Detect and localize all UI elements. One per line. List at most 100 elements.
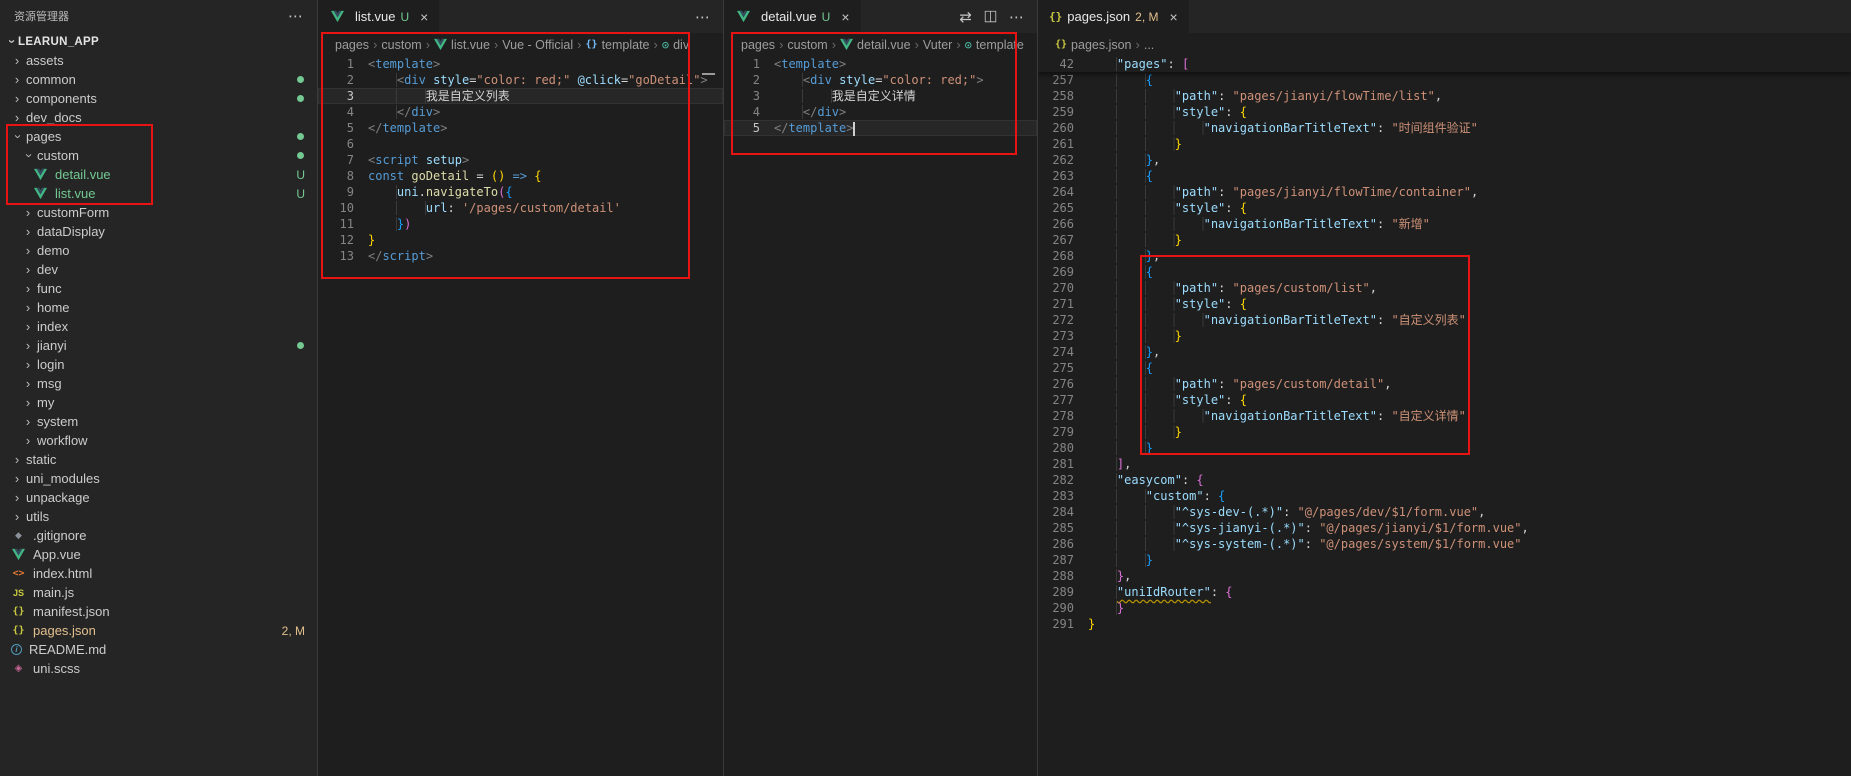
open-changes-icon[interactable]: ⇄ xyxy=(959,8,972,26)
code-line[interactable]: 258 "path": "pages/jianyi/flowTime/list"… xyxy=(1038,88,1851,104)
tree-item-custom[interactable]: ›custom xyxy=(0,146,317,165)
code-line[interactable]: 269 { xyxy=(1038,264,1851,280)
more-actions-icon[interactable]: ⋯ xyxy=(288,7,303,25)
tree-item-index[interactable]: ›index xyxy=(0,317,317,336)
code-line[interactable]: 285 "^sys-jianyi-(.*)": "@/pages/jianyi/… xyxy=(1038,520,1851,536)
project-root-header[interactable]: › LEARUN_APP xyxy=(0,32,317,51)
code-line[interactable]: 276 "path": "pages/custom/detail", xyxy=(1038,376,1851,392)
code-line[interactable]: 291} xyxy=(1038,616,1851,632)
code-line[interactable]: 6 xyxy=(318,136,723,152)
breadcrumb-item[interactable]: list.vue xyxy=(434,38,490,52)
tree-item-func[interactable]: ›func xyxy=(0,279,317,298)
tree-item-system[interactable]: ›system xyxy=(0,412,317,431)
breadcrumb-item[interactable]: pages xyxy=(335,38,369,52)
tree-item-dev[interactable]: ›dev xyxy=(0,260,317,279)
code-line[interactable]: 7<script setup> xyxy=(318,152,723,168)
code-line[interactable]: 3 我是自定义详情 xyxy=(724,88,1037,104)
tree-item-home[interactable]: ›home xyxy=(0,298,317,317)
code-line[interactable]: 273 } xyxy=(1038,328,1851,344)
code-line[interactable]: 274 }, xyxy=(1038,344,1851,360)
code-line[interactable]: 262 }, xyxy=(1038,152,1851,168)
tree-item-index.html[interactable]: <>index.html xyxy=(0,564,317,583)
code-line[interactable]: 283 "custom": { xyxy=(1038,488,1851,504)
code-line[interactable]: 2 <div style="color: red;"> xyxy=(724,72,1037,88)
code-line[interactable]: 4 </div> xyxy=(318,104,723,120)
sticky-scroll-line[interactable]: 42 "pages": [ xyxy=(1038,56,1851,72)
code-line[interactable]: 286 "^sys-system-(.*)": "@/pages/system/… xyxy=(1038,536,1851,552)
code-line[interactable]: 268 }, xyxy=(1038,248,1851,264)
breadcrumb[interactable]: {}pages.json›... xyxy=(1038,33,1851,56)
code-line[interactable]: 264 "path": "pages/jianyi/flowTime/conta… xyxy=(1038,184,1851,200)
tree-item-pages[interactable]: ›pages xyxy=(0,127,317,146)
code-line[interactable]: 279 } xyxy=(1038,424,1851,440)
breadcrumb-item[interactable]: custom xyxy=(787,38,827,52)
tab-list-vue[interactable]: list.vue U × xyxy=(318,0,439,33)
breadcrumb-item[interactable]: ... xyxy=(1144,38,1154,52)
more-actions-icon[interactable]: ⋯ xyxy=(695,8,710,26)
breadcrumb-item[interactable]: custom xyxy=(381,38,421,52)
code-line[interactable]: 3 我是自定义列表 xyxy=(318,88,723,104)
code-line[interactable]: 259 "style": { xyxy=(1038,104,1851,120)
tree-item-list.vue[interactable]: list.vueU xyxy=(0,184,317,203)
code-line[interactable]: 280 } xyxy=(1038,440,1851,456)
tree-item-pages.json[interactable]: {}pages.json2, M xyxy=(0,621,317,640)
code-line[interactable]: 275 { xyxy=(1038,360,1851,376)
code-editor[interactable]: 42 "pages": [257 {258 "path": "pages/jia… xyxy=(1038,56,1851,776)
code-line[interactable]: 282 "easycom": { xyxy=(1038,472,1851,488)
code-line[interactable]: 271 "style": { xyxy=(1038,296,1851,312)
code-line[interactable]: 4 </div> xyxy=(724,104,1037,120)
code-line[interactable]: 5</template> xyxy=(318,120,723,136)
tree-item-jianyi[interactable]: ›jianyi xyxy=(0,336,317,355)
code-line[interactable]: 261 } xyxy=(1038,136,1851,152)
code-line[interactable]: 284 "^sys-dev-(.*)": "@/pages/dev/$1/for… xyxy=(1038,504,1851,520)
tree-item-unpackage[interactable]: ›unpackage xyxy=(0,488,317,507)
code-line[interactable]: 257 { xyxy=(1038,72,1851,88)
code-line[interactable]: 270 "path": "pages/custom/list", xyxy=(1038,280,1851,296)
tree-item-.gitignore[interactable]: ◆.gitignore xyxy=(0,526,317,545)
tree-item-common[interactable]: ›common xyxy=(0,70,317,89)
breadcrumb-item[interactable]: Vue - Official xyxy=(502,38,573,52)
code-line[interactable]: 289 "uniIdRouter": { xyxy=(1038,584,1851,600)
close-icon[interactable]: × xyxy=(841,9,849,25)
code-line[interactable]: 277 "style": { xyxy=(1038,392,1851,408)
code-line[interactable]: 1<template> xyxy=(724,56,1037,72)
tree-item-manifest.json[interactable]: {}manifest.json xyxy=(0,602,317,621)
tree-item-detail.vue[interactable]: detail.vueU xyxy=(0,165,317,184)
tree-item-App.vue[interactable]: App.vue xyxy=(0,545,317,564)
tree-item-dev_docs[interactable]: ›dev_docs xyxy=(0,108,317,127)
code-line[interactable]: 5</template> xyxy=(724,120,1037,136)
tab-detail-vue[interactable]: detail.vue U × xyxy=(724,0,861,33)
code-line[interactable]: 263 { xyxy=(1038,168,1851,184)
code-line[interactable]: 260 "navigationBarTitleText": "时间组件验证" xyxy=(1038,120,1851,136)
code-line[interactable]: 266 "navigationBarTitleText": "新增" xyxy=(1038,216,1851,232)
breadcrumb[interactable]: pages›custom›list.vue›Vue - Official›{}t… xyxy=(318,33,723,56)
code-line[interactable]: 11 }) xyxy=(318,216,723,232)
code-editor[interactable]: 1<template>2 <div style="color: red;">3 … xyxy=(724,56,1037,776)
tree-item-components[interactable]: ›components xyxy=(0,89,317,108)
breadcrumb-item[interactable]: Vuter xyxy=(923,38,952,52)
more-actions-icon[interactable]: ⋯ xyxy=(1009,8,1024,26)
tree-item-login[interactable]: ›login xyxy=(0,355,317,374)
close-icon[interactable]: × xyxy=(420,9,428,25)
tree-item-README.md[interactable]: iREADME.md xyxy=(0,640,317,659)
tree-item-workflow[interactable]: ›workflow xyxy=(0,431,317,450)
code-line[interactable]: 10 url: '/pages/custom/detail' xyxy=(318,200,723,216)
split-editor-icon[interactable] xyxy=(984,10,997,23)
code-line[interactable]: 265 "style": { xyxy=(1038,200,1851,216)
code-line[interactable]: 288 }, xyxy=(1038,568,1851,584)
breadcrumb-item[interactable]: detail.vue xyxy=(840,38,911,52)
code-line[interactable]: 13</script> xyxy=(318,248,723,264)
code-line[interactable]: 287 } xyxy=(1038,552,1851,568)
close-icon[interactable]: × xyxy=(1169,9,1177,25)
tab-pages-json[interactable]: {} pages.json 2, M × xyxy=(1038,0,1189,33)
breadcrumb-item[interactable]: {}template xyxy=(586,38,650,52)
tree-item-msg[interactable]: ›msg xyxy=(0,374,317,393)
tree-item-my[interactable]: ›my xyxy=(0,393,317,412)
breadcrumb-item[interactable]: ⊙template xyxy=(965,38,1024,52)
tree-item-dataDisplay[interactable]: ›dataDisplay xyxy=(0,222,317,241)
tree-item-demo[interactable]: ›demo xyxy=(0,241,317,260)
code-line[interactable]: 281 ], xyxy=(1038,456,1851,472)
tree-item-customForm[interactable]: ›customForm xyxy=(0,203,317,222)
code-line[interactable]: 267 } xyxy=(1038,232,1851,248)
code-line[interactable]: 272 "navigationBarTitleText": "自定义列表" xyxy=(1038,312,1851,328)
